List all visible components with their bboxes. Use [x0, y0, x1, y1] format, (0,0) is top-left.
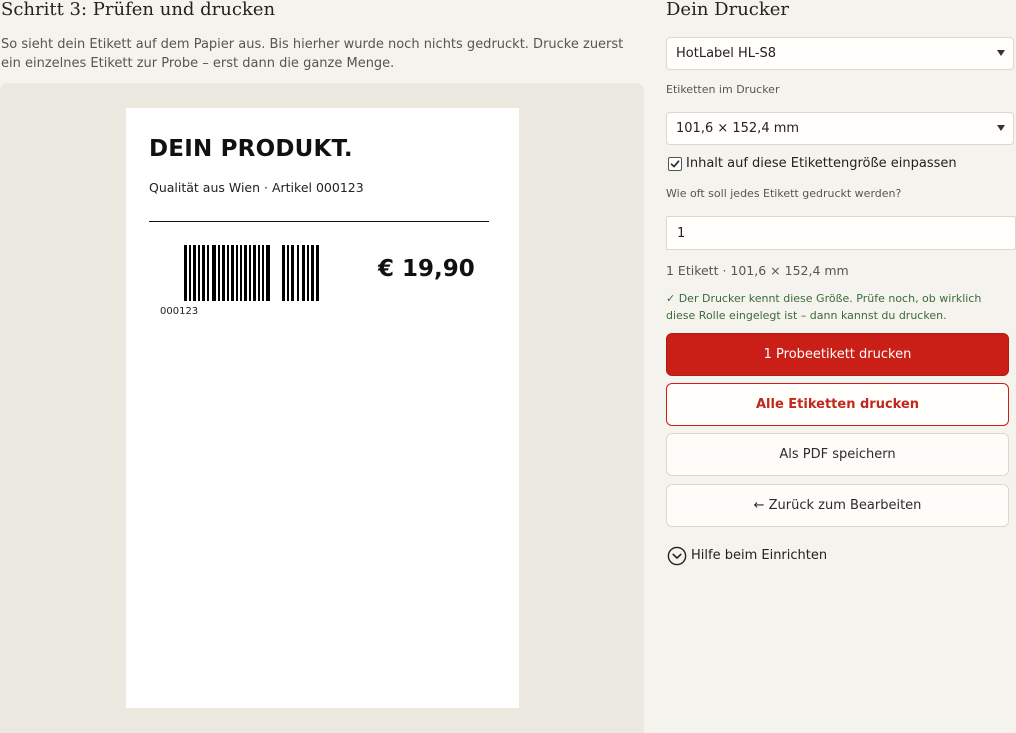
barcode-image: [184, 245, 319, 301]
printer-hint: ✓ Der Drucker kennt diese Größe. Prüfe n…: [666, 292, 982, 322]
setup-help-label: Hilfe beim Einrichten: [691, 548, 828, 563]
barcode: [184, 245, 320, 301]
label-preview-area: DEIN PRODUKT. Qualität aus Wien · Artike…: [0, 83, 644, 733]
label-subtitle: Qualität aus Wien · Artikel 000123: [149, 180, 364, 195]
label-preview: DEIN PRODUKT. Qualität aus Wien · Artike…: [126, 108, 519, 708]
printer-select[interactable]: HotLabel HL-S8: [666, 37, 1014, 70]
print-summary: 1 Etikett · 101,6 × 152,4 mm: [666, 263, 849, 278]
chevron-down-icon: [997, 50, 1005, 56]
print-all-button[interactable]: Alle Etiketten drucken: [666, 383, 1009, 426]
preview-column: Schritt 3: Prüfen und drucken So sieht d…: [0, 0, 644, 733]
label-price: € 19,90: [378, 256, 475, 282]
panel-title: Dein Drucker: [666, 0, 790, 20]
page-intro: So sieht dein Etikett auf dem Papier aus…: [1, 37, 624, 71]
fit-to-label-checkbox-label: Inhalt auf diese Etikettengröße einpasse…: [686, 156, 957, 171]
back-to-edit-button[interactable]: ← Zurück zum Bearbeiten: [666, 484, 1009, 527]
chevron-down-circle-icon: [667, 546, 687, 566]
barcode-number: 000123: [160, 306, 199, 317]
label-size-select[interactable]: 101,6 × 152,4 mm: [666, 112, 1014, 145]
checkmark-icon: [670, 160, 680, 168]
printer-select-value: HotLabel HL-S8: [676, 46, 777, 61]
label-product-name: DEIN PRODUKT.: [149, 136, 353, 162]
copies-label: Wie oft soll jedes Etikett gedruckt werd…: [666, 187, 902, 200]
printer-panel: Dein Drucker HotLabel HL-S8 Etiketten im…: [666, 0, 1016, 733]
label-size-select-value: 101,6 × 152,4 mm: [676, 121, 800, 136]
test-print-button[interactable]: 1 Probeetikett drucken: [666, 333, 1009, 376]
chevron-down-icon: [997, 125, 1005, 131]
label-divider: [149, 221, 489, 222]
save-pdf-button[interactable]: Als PDF speichern: [666, 433, 1009, 476]
fit-to-label-checkbox[interactable]: [668, 157, 682, 171]
copies-input[interactable]: [666, 216, 1016, 250]
labels-in-printer-label: Etiketten im Drucker: [666, 83, 780, 96]
page-title: Schritt 3: Prüfen und drucken: [1, 0, 276, 20]
